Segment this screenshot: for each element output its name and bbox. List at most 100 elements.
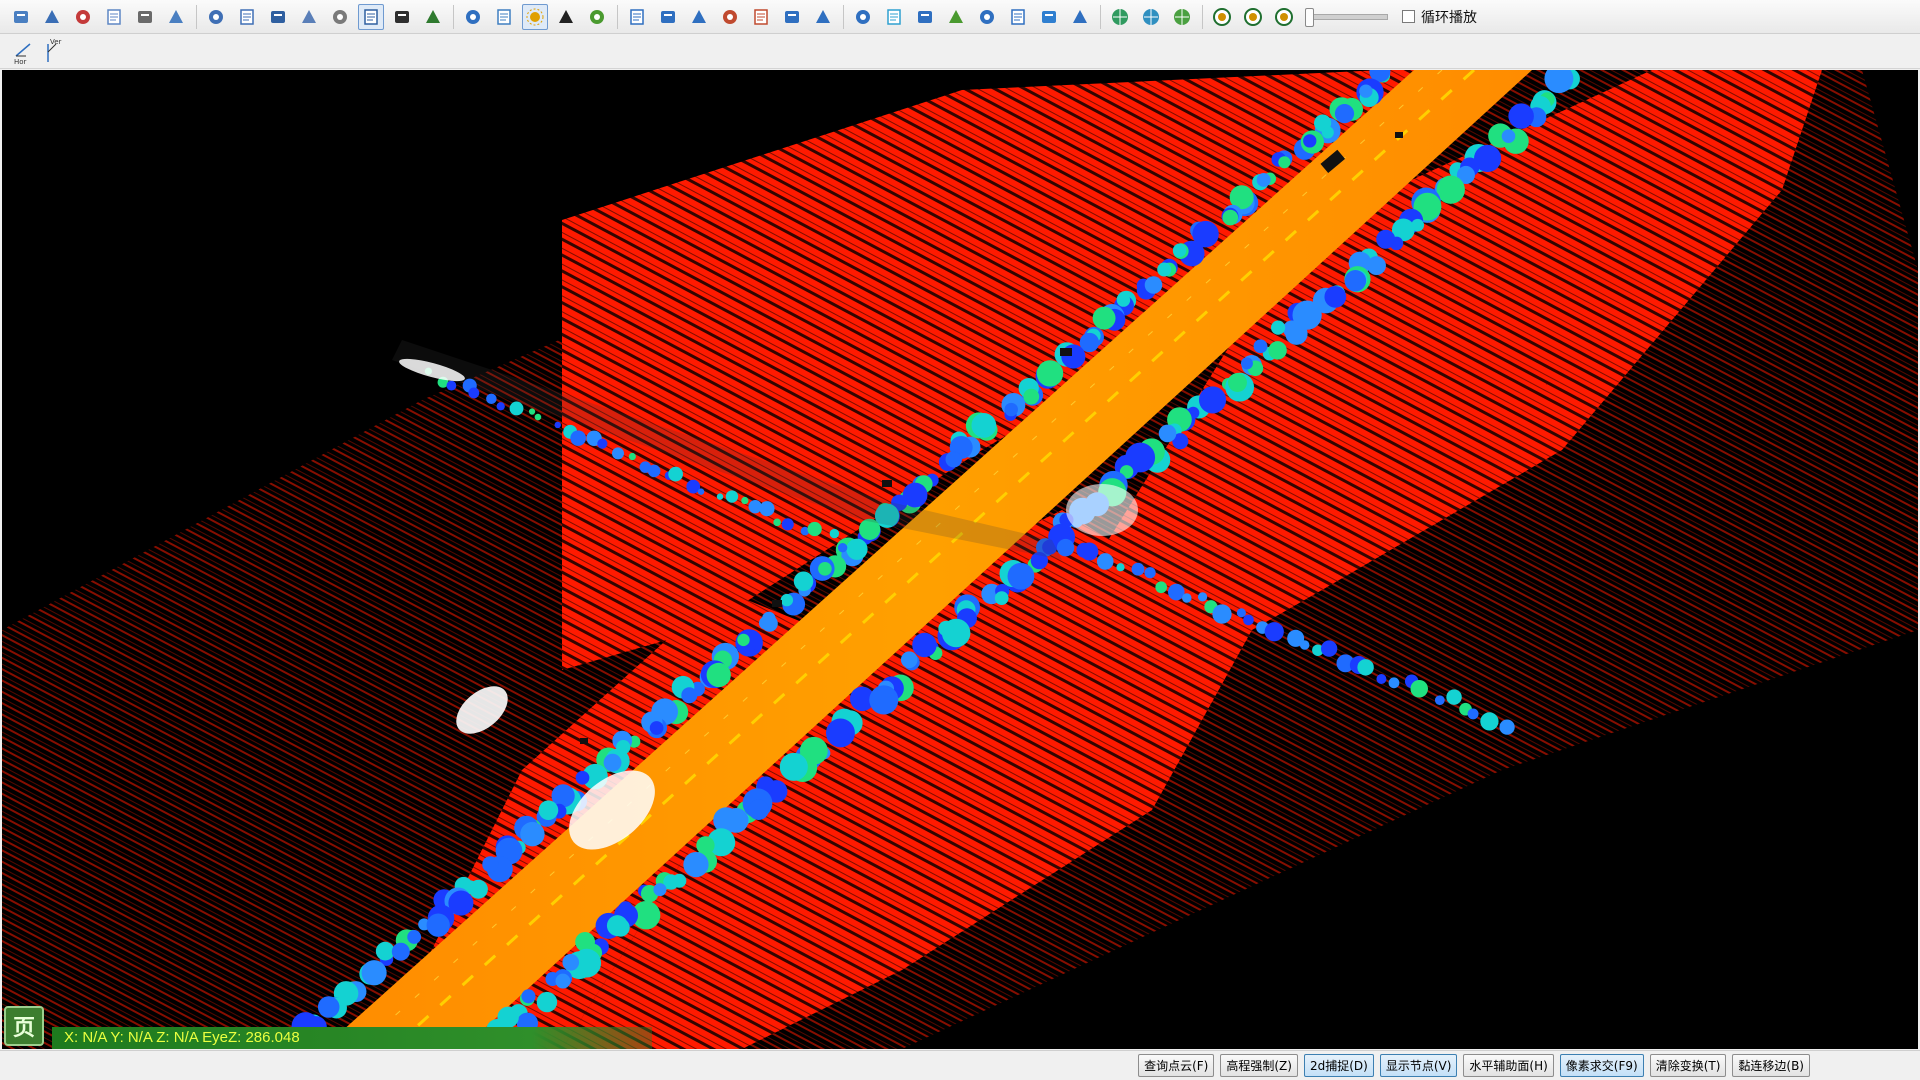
tools-button[interactable] xyxy=(389,4,415,30)
bucket-button[interactable] xyxy=(1036,4,1062,30)
tree-crown xyxy=(1499,719,1515,735)
edit-button[interactable] xyxy=(163,4,189,30)
tree-crown xyxy=(1144,567,1156,579)
document-button[interactable] xyxy=(132,4,158,30)
tree-crown xyxy=(1256,172,1271,187)
curve-icon xyxy=(559,9,573,23)
branch-button[interactable] xyxy=(584,4,610,30)
status-button-5[interactable]: 水平辅助面(H) xyxy=(1463,1054,1554,1077)
tree-crown xyxy=(1198,386,1227,414)
grid-button[interactable] xyxy=(748,4,774,30)
tree-crown xyxy=(780,593,794,607)
slider-thumb[interactable] xyxy=(1305,7,1314,27)
tree-crown xyxy=(1303,134,1317,148)
window-button[interactable] xyxy=(203,4,229,30)
save-button[interactable] xyxy=(39,4,65,30)
tree-crown xyxy=(825,718,855,748)
tree-crown xyxy=(773,518,781,527)
point-cloud-viewport[interactable] xyxy=(2,70,1918,1049)
tree-crown xyxy=(781,518,794,531)
polygon-icon xyxy=(887,8,901,25)
tree-crown xyxy=(1228,373,1247,392)
tree-button[interactable] xyxy=(420,4,446,30)
status-button-8[interactable]: 黏连移边(B) xyxy=(1732,1054,1810,1077)
play-button[interactable] xyxy=(1209,4,1235,30)
pencil-button[interactable] xyxy=(655,4,681,30)
edit-icon xyxy=(169,9,183,23)
chart-edit-button[interactable] xyxy=(717,4,743,30)
diamond-icon xyxy=(856,9,870,24)
tree-icon xyxy=(426,9,440,23)
ruler-button[interactable] xyxy=(810,4,836,30)
globe-button[interactable] xyxy=(1107,4,1133,30)
tree-crown xyxy=(948,452,962,467)
export-button[interactable] xyxy=(70,4,96,30)
z-plus-button[interactable] xyxy=(1067,4,1093,30)
ruler-icon xyxy=(816,9,830,23)
tree-crown xyxy=(1007,562,1035,590)
diamond-button[interactable] xyxy=(850,4,876,30)
key-value-button[interactable] xyxy=(265,4,291,30)
status-button-7[interactable]: 清除变换(T) xyxy=(1649,1054,1727,1077)
horizontal-view-button[interactable]: Hor xyxy=(12,38,38,66)
tree-crown xyxy=(538,800,559,820)
tree-crown xyxy=(1023,388,1040,405)
pause-button[interactable] xyxy=(1240,4,1266,30)
rewind-button[interactable] xyxy=(1271,4,1297,30)
cursor-select-icon xyxy=(692,9,706,23)
tree-crown xyxy=(1056,538,1075,557)
status-button-4[interactable]: 显示节点(V) xyxy=(1379,1054,1458,1077)
toolbar-separator xyxy=(617,4,618,29)
status-button-2[interactable]: 高程强制(Z) xyxy=(1220,1054,1298,1077)
sun-button[interactable] xyxy=(522,3,548,30)
tree-crown xyxy=(837,542,848,553)
tree-crown xyxy=(1158,424,1177,443)
tree-crown xyxy=(1480,712,1499,731)
select-box-button[interactable] xyxy=(358,3,384,30)
settings-button[interactable] xyxy=(101,4,127,30)
eye-button[interactable] xyxy=(460,4,486,30)
settings-icon xyxy=(107,8,121,25)
tree-crown xyxy=(1116,293,1131,307)
tree-crown xyxy=(759,501,775,517)
tree-crown xyxy=(628,452,636,461)
polygon-button[interactable] xyxy=(881,4,907,30)
vertical-view-button[interactable]: Ver xyxy=(40,38,66,66)
curve-button[interactable] xyxy=(553,4,579,30)
status-button-6[interactable]: 像素求交(F9) xyxy=(1559,1054,1644,1077)
bar-chart-button[interactable] xyxy=(912,4,938,30)
tree-crown xyxy=(912,632,937,658)
tree-crown xyxy=(829,528,840,539)
tree-crown xyxy=(1240,357,1253,370)
camera-button[interactable] xyxy=(234,4,260,30)
tree-crown xyxy=(603,753,622,772)
tree-crown xyxy=(1036,360,1064,387)
tree-crown xyxy=(521,989,536,1004)
tree-crown xyxy=(1197,592,1208,602)
pointer-button[interactable] xyxy=(624,4,650,30)
playback-slider[interactable] xyxy=(1305,7,1388,27)
layers-button[interactable] xyxy=(779,4,805,30)
search-button[interactable] xyxy=(296,4,322,30)
toolbar-separator xyxy=(1202,4,1203,29)
status-button-3[interactable]: 2d捕捉(D) xyxy=(1303,1054,1374,1077)
tree-crown xyxy=(528,408,536,415)
xyz-axis-button[interactable] xyxy=(1005,4,1031,30)
terrain-icon xyxy=(949,9,963,23)
open-button[interactable] xyxy=(8,4,34,30)
measure-button[interactable] xyxy=(974,4,1000,30)
tree-crown xyxy=(938,620,954,637)
water-button[interactable] xyxy=(491,4,517,30)
secondary-toolbar: Hor Ver xyxy=(0,35,1920,69)
layers-icon xyxy=(785,10,799,23)
status-button-1[interactable]: 查询点云(F) xyxy=(1138,1054,1215,1077)
globe-rotate-button[interactable] xyxy=(1169,4,1195,30)
globe-layers-button[interactable] xyxy=(1138,4,1164,30)
cursor-select-button[interactable] xyxy=(686,4,712,30)
status-bar: 查询点云(F) 高程强制(Z) 2d捕捉(D) 显示节点(V) 水平辅助面(H) 像素求交… xyxy=(0,1050,1920,1080)
tree-crown xyxy=(570,430,586,446)
terrain-button[interactable] xyxy=(943,4,969,30)
v-circle-button[interactable] xyxy=(327,4,353,30)
tree-crown xyxy=(391,942,410,961)
loop-checkbox[interactable] xyxy=(1402,10,1415,23)
